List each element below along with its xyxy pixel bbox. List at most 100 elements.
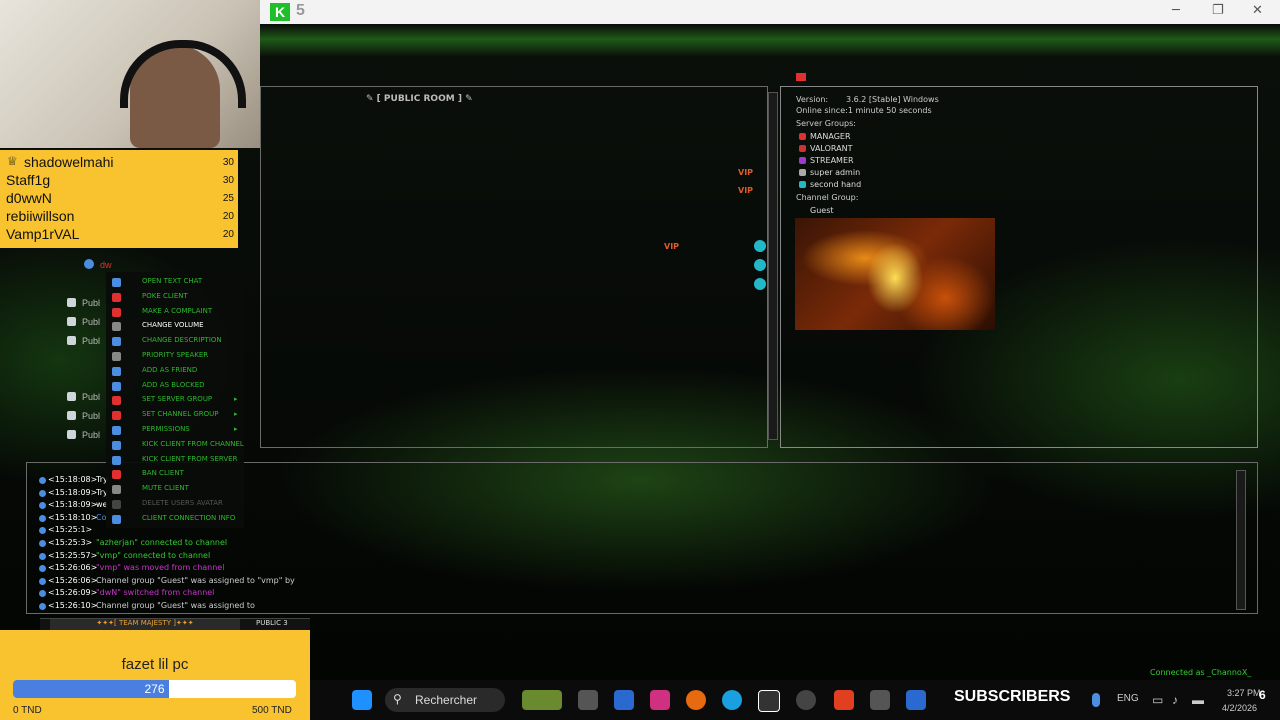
- context-menu-item[interactable]: SET SERVER GROUP: [142, 395, 212, 403]
- donation-title: fazet lil pc: [121, 656, 189, 673]
- vip-badge: VIP: [738, 186, 754, 195]
- vip-badge: VIP: [738, 168, 754, 177]
- donation-goal-widget: fazet lil pc 0 TND 500 TND: [0, 630, 310, 720]
- log-timestamp: <15:25:57>: [48, 550, 98, 560]
- search-icon: ⚲: [393, 692, 402, 706]
- menu-item-icon: [112, 292, 121, 302]
- context-menu-item[interactable]: CHANGE DESCRIPTION: [142, 336, 222, 344]
- leaderboard-name: shadowelmahi: [24, 154, 114, 170]
- server-group: VALORANT: [810, 144, 853, 153]
- group-icon: [799, 181, 806, 188]
- context-menu-item[interactable]: BAN CLIENT: [142, 469, 184, 477]
- log-info-icon: [39, 514, 46, 522]
- log-timestamp: <15:25:1>: [48, 525, 93, 535]
- tree-channel[interactable]: Publ: [82, 336, 100, 346]
- app-icon[interactable]: [758, 690, 780, 712]
- app-icon[interactable]: [614, 690, 634, 710]
- clock-time[interactable]: 3:27 PM: [1227, 688, 1261, 698]
- channel-scrollbar[interactable]: [768, 92, 778, 440]
- context-menu-item[interactable]: OPEN TEXT CHAT: [142, 277, 202, 285]
- channel-title: ✎ [ PUBLIC ROOM ] ✎: [366, 94, 473, 104]
- context-menu-item[interactable]: DELETE USERS AVATAR: [142, 499, 223, 507]
- log-info-icon: [39, 577, 46, 585]
- context-menu-item[interactable]: CLIENT CONNECTION INFO: [142, 514, 235, 522]
- volume-icon[interactable]: ♪: [1172, 693, 1178, 707]
- menu-item-icon: [112, 396, 121, 406]
- leaderboard-name: Vamp1rVAL: [6, 226, 80, 242]
- context-menu-item[interactable]: ADD AS FRIEND: [142, 366, 197, 374]
- context-menu-item[interactable]: CHANGE VOLUME: [142, 321, 204, 329]
- user-status-icon: [754, 259, 766, 271]
- tree-channel[interactable]: Publ: [82, 298, 100, 308]
- menu-item-icon: [112, 440, 121, 450]
- brave-icon[interactable]: [834, 690, 854, 710]
- close-button[interactable]: ✕: [1252, 3, 1263, 18]
- flag-icon: [796, 73, 806, 81]
- channel-icon: [67, 336, 76, 345]
- context-menu-item[interactable]: SET CHANNEL GROUP: [142, 410, 218, 418]
- menu-item-icon: [112, 307, 121, 317]
- language-indicator[interactable]: ENG: [1117, 693, 1139, 704]
- headset-icon: [120, 40, 246, 108]
- tree-channel[interactable]: Publ: [82, 411, 100, 421]
- network-icon[interactable]: ▭: [1152, 693, 1163, 707]
- menu-item-icon: [112, 366, 121, 376]
- tree-user[interactable]: dw: [100, 260, 112, 270]
- weather-widget-icon[interactable]: [522, 690, 562, 710]
- leaderboard-score: 30: [222, 175, 234, 186]
- app-icon[interactable]: [686, 690, 706, 710]
- leaderboard-row: Staff1g 30: [6, 172, 234, 190]
- context-menu-item[interactable]: KICK CLIENT FROM CHANNEL: [142, 440, 244, 448]
- menu-item-icon: [112, 470, 121, 480]
- context-menu-item[interactable]: PRIORITY SPEAKER: [142, 351, 208, 359]
- tree-channel[interactable]: Publ: [82, 317, 100, 327]
- title-bar: K 5 ─ ❐ ✕: [260, 0, 1280, 24]
- server-group: super admin: [810, 168, 861, 177]
- log-scrollbar[interactable]: [1236, 470, 1246, 610]
- context-menu-item[interactable]: ADD AS BLOCKED: [142, 381, 205, 389]
- group-icon: [799, 157, 806, 164]
- leaderboard-row: d0wwN 25: [6, 190, 234, 208]
- subscribers-overlay: SUBSCRIBERS: [954, 688, 1071, 705]
- donation-max: 500 TND: [252, 705, 292, 716]
- app-icon[interactable]: [906, 690, 926, 710]
- context-menu-item[interactable]: MAKE A COMPLAINT: [142, 307, 212, 315]
- notification-count[interactable]: 6: [1259, 688, 1266, 702]
- edge-icon[interactable]: [722, 690, 742, 710]
- context-menu-item[interactable]: PERMISSIONS: [142, 425, 190, 433]
- battery-icon[interactable]: ▬: [1192, 693, 1204, 707]
- version-label: Version:: [796, 95, 829, 104]
- app-icon[interactable]: [870, 690, 890, 710]
- log-message: "vmp" connected to channel: [96, 550, 211, 560]
- app-icon[interactable]: [796, 690, 816, 710]
- context-menu-item[interactable]: KICK CLIENT FROM SERVER: [142, 455, 237, 463]
- leaderboard-name: d0wwN: [6, 190, 52, 206]
- app-icon[interactable]: [650, 690, 670, 710]
- context-menu-item[interactable]: MUTE CLIENT: [142, 484, 189, 492]
- leaderboard-name: Staff1g: [6, 172, 51, 188]
- server-group: second hand: [810, 180, 862, 189]
- log-timestamp: <15:25:3>: [48, 538, 93, 547]
- log-message: Channel group "Guest" was assigned to "v…: [96, 575, 295, 585]
- tree-channel[interactable]: Publ: [82, 392, 100, 402]
- windows-start-icon[interactable]: [352, 690, 372, 710]
- menu-item-icon: [112, 381, 121, 391]
- maximize-button[interactable]: ❐: [1212, 3, 1224, 18]
- leaderboard-score: 25: [222, 193, 234, 204]
- log-info-icon: [39, 477, 46, 484]
- task-view-icon[interactable]: [578, 690, 598, 710]
- version-value: 3.6.2 [Stable] Windows: [846, 95, 939, 104]
- tree-channel[interactable]: Publ: [82, 430, 100, 440]
- vip-badge: VIP: [664, 242, 680, 251]
- donation-progress-bar: 276: [13, 680, 296, 698]
- server-tab[interactable]: ✦✦✦[ TEAM MAJESTY ]✦✦✦: [50, 619, 240, 630]
- taskbar-search[interactable]: ⚲ Rechercher: [385, 688, 505, 712]
- minimize-button[interactable]: ─: [1172, 3, 1180, 18]
- clock-date[interactable]: 4/2/2026: [1222, 703, 1257, 713]
- log-timestamp: <15:18:09>: [48, 487, 98, 497]
- log-info-icon: [39, 540, 46, 547]
- server-tab[interactable]: PUBLIC 3: [256, 619, 306, 630]
- microphone-icon[interactable]: [1092, 693, 1100, 707]
- leaderboard-row: rebiiwillson 20: [6, 208, 234, 226]
- context-menu-item[interactable]: POKE CLIENT: [142, 292, 188, 300]
